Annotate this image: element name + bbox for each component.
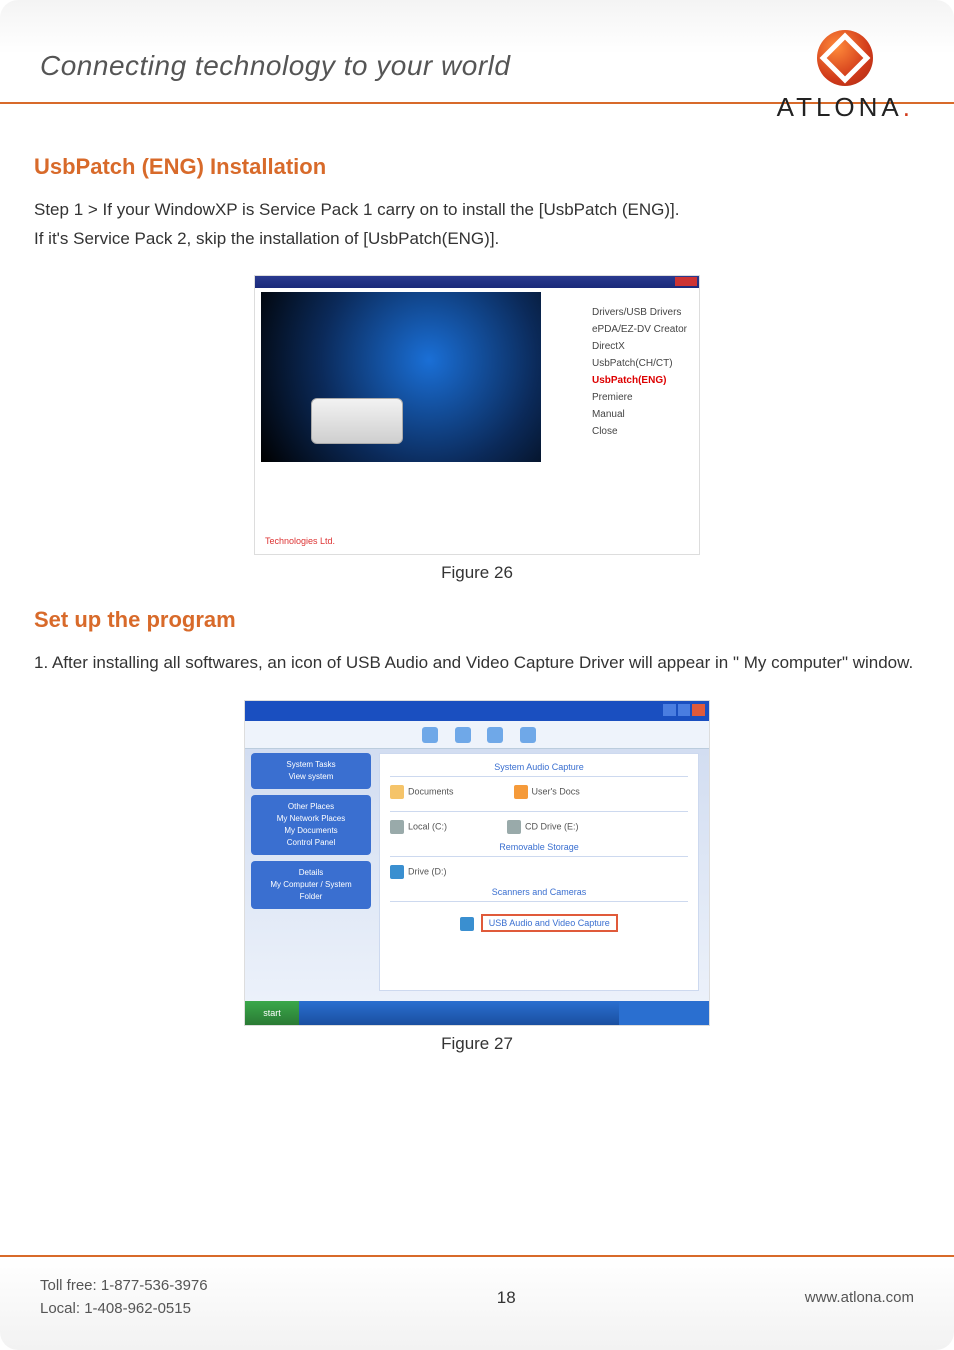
section-title-setup: Set up the program [34,607,920,633]
fig27-subheader: Scanners and Cameras [390,887,688,902]
figure-26-wrap: Drivers/USB Drivers ePDA/EZ-DV Creator D… [34,275,920,555]
toolbar-icon [487,727,503,743]
fig27-row: Documents User's Docs [390,785,688,799]
fig27-side-panel: System Tasks View system [251,753,371,789]
step1-line2: If it's Service Pack 2, skip the install… [34,227,920,252]
fig27-titlebar [245,701,709,721]
footer-contact: Toll free: 1-877-536-3976 Local: 1-408-9… [40,1275,208,1320]
local-number: 1-408-962-0515 [84,1300,191,1317]
tollfree-number: 1-877-536-3976 [101,1277,208,1294]
fig27-main-pane: System Audio Capture Documents User's Do… [379,753,699,991]
fig27-start-button: start [245,1001,299,1025]
brand-name: ATLONA. [777,92,914,123]
fig27-side-panel: Other Places My Network Places My Docume… [251,795,371,855]
footer-url: www.atlona.com [805,1289,914,1306]
fig26-footer-text: Technologies Ltd. [265,536,335,546]
fig26-menu-item: Close [592,423,687,440]
drive-icon [507,820,521,834]
fig27-side-panel: Details My Computer / System Folder [251,861,371,909]
fig26-menu-item: Manual [592,406,687,423]
fig26-close-icon [675,277,697,286]
toolbar-icon [455,727,471,743]
folder-icon [514,785,528,799]
fig26-menu-item: Drivers/USB Drivers [592,304,687,321]
page-root: Connecting technology to your world ATLO… [0,0,954,1350]
fig27-callout-row: USB Audio and Video Capture [390,908,688,932]
drive-icon [390,820,404,834]
figure-26-caption: Figure 26 [34,563,920,583]
figure-27-image: System Tasks View system Other Places My… [244,700,710,1026]
local-label: Local: [40,1300,84,1317]
fig27-system-tray [619,1001,709,1025]
fig27-window-buttons [663,704,705,716]
setup-line1: 1. After installing all softwares, an ic… [34,651,920,676]
toolbar-icon [520,727,536,743]
fig26-device-icon [311,398,403,444]
fig27-row: Drive (D:) [390,865,688,879]
folder-icon [390,785,404,799]
figure-27-caption: Figure 27 [34,1034,920,1054]
page-header: Connecting technology to your world ATLO… [0,0,954,104]
figure-26-image: Drivers/USB Drivers ePDA/EZ-DV Creator D… [254,275,700,555]
toolbar-icon [422,727,438,743]
fig27-row: Local (C:) CD Drive (E:) [390,820,688,834]
page-number: 18 [497,1288,516,1308]
tollfree-label: Toll free: [40,1277,101,1294]
device-icon [390,865,404,879]
fig26-menu-item: Premiere [592,389,687,406]
fig27-callout-box: USB Audio and Video Capture [481,914,618,932]
fig27-subheader: Removable Storage [390,842,688,857]
fig26-menu-item-highlight: UsbPatch(ENG) [592,372,687,389]
fig26-menu-list: Drivers/USB Drivers ePDA/EZ-DV Creator D… [592,304,687,440]
brand-logo-icon [817,30,873,86]
fig26-menu-item: DirectX [592,338,687,355]
fig26-menu-item: ePDA/EZ-DV Creator [592,321,687,338]
content-area: UsbPatch (ENG) Installation Step 1 > If … [0,104,954,1054]
figure-27-wrap: System Tasks View system Other Places My… [34,700,920,1026]
step1-line1: Step 1 > If your WindowXP is Service Pac… [34,198,920,223]
fig26-photo [261,292,541,462]
device-icon [460,917,474,931]
fig27-sidebar: System Tasks View system Other Places My… [251,753,371,983]
page-footer: Toll free: 1-877-536-3976 Local: 1-408-9… [0,1255,954,1350]
fig27-toolbar [245,721,709,749]
fig26-titlebar [255,276,699,288]
fig26-menu-item: UsbPatch(CH/CT) [592,355,687,372]
section-title-usbpatch: UsbPatch (ENG) Installation [34,154,920,180]
fig27-subheader [390,807,688,812]
fig27-main-header: System Audio Capture [390,762,688,777]
brand-block: ATLONA. [777,30,914,123]
